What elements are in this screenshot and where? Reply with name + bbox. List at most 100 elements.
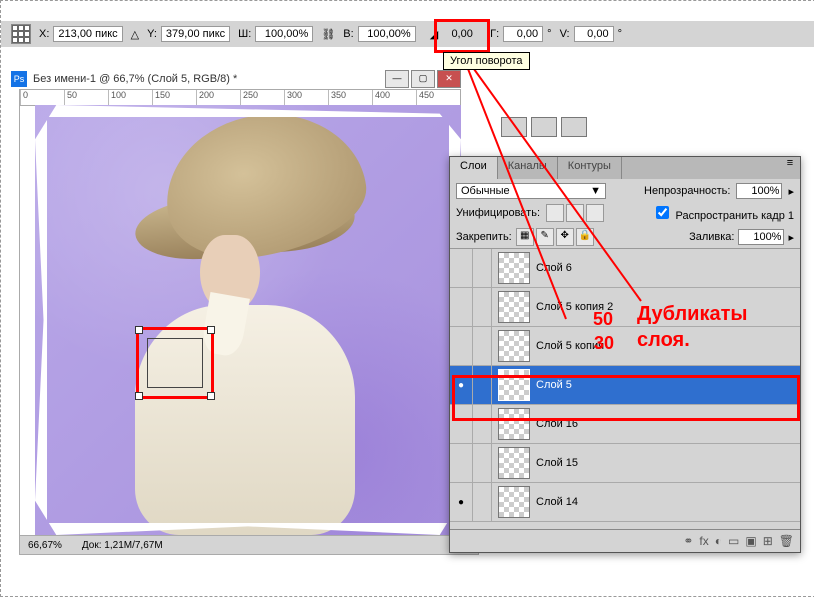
- visibility-toggle[interactable]: [450, 483, 473, 521]
- lock-paint-icon[interactable]: ✎: [536, 228, 554, 246]
- layer-row[interactable]: Слой 6: [450, 249, 800, 288]
- hskew-label: Г:: [490, 28, 499, 40]
- lock-all-icon[interactable]: 🔒: [576, 228, 594, 246]
- options-bar: X: 213,00 пикс △ Y: 379,00 пикс Ш: 100,0…: [1, 21, 814, 47]
- rotate-tooltip: Угол поворота: [443, 52, 530, 70]
- w-label: Ш:: [238, 28, 251, 40]
- fx-icon[interactable]: fx: [699, 534, 708, 548]
- layer-thumbnail[interactable]: [498, 291, 530, 323]
- y-value[interactable]: 379,00 пикс: [161, 26, 230, 42]
- lock-position-icon[interactable]: ✥: [556, 228, 574, 246]
- delta-icon: △: [131, 28, 139, 41]
- layer-thumbnail[interactable]: [498, 330, 530, 362]
- link-icon[interactable]: ⛓: [321, 28, 335, 41]
- transform-selection[interactable]: [136, 327, 214, 399]
- layers-footer: ⚭ fx ◐ ▭ ▣ ⊞ 🗑: [450, 529, 800, 552]
- link-layers-icon[interactable]: ⚭: [683, 534, 693, 548]
- link-cell[interactable]: [473, 444, 492, 482]
- blend-mode-select[interactable]: Обычные ▼: [456, 183, 606, 199]
- x-value[interactable]: 213,00 пикс: [53, 26, 122, 42]
- layer-row[interactable]: Слой 15: [450, 444, 800, 483]
- tab-channels[interactable]: Каналы: [498, 157, 558, 179]
- adjustment-icon[interactable]: ▭: [728, 534, 739, 548]
- visibility-toggle[interactable]: [450, 366, 473, 404]
- doc-size: Док: 1,21M/7,67M: [82, 540, 163, 551]
- deg1: °: [547, 28, 551, 40]
- visibility-toggle[interactable]: [450, 405, 473, 443]
- fill-value[interactable]: 100%: [738, 229, 784, 245]
- link-cell[interactable]: [473, 249, 492, 287]
- maximize-button[interactable]: ▢: [411, 70, 435, 88]
- tab-paths[interactable]: Контуры: [558, 157, 622, 179]
- visibility-toggle[interactable]: [450, 327, 473, 365]
- vskew-label: V:: [560, 28, 570, 40]
- visibility-toggle[interactable]: [450, 288, 473, 326]
- visibility-toggle[interactable]: [450, 444, 473, 482]
- layers-panel: Слои Каналы Контуры ≡ Обычные ▼ Непрозра…: [449, 156, 801, 553]
- h-value[interactable]: 100,00%: [358, 26, 416, 42]
- layer-thumbnail[interactable]: [498, 252, 530, 284]
- layer-row[interactable]: Слой 16: [450, 405, 800, 444]
- group-icon[interactable]: ▣: [745, 534, 756, 548]
- reference-point-icon[interactable]: [11, 24, 31, 44]
- layer-name[interactable]: Слой 5: [536, 379, 800, 391]
- link-cell[interactable]: [473, 405, 492, 443]
- layer-thumbnail[interactable]: [498, 369, 530, 401]
- annot-30: 30: [594, 333, 614, 354]
- layer-row[interactable]: Слой 14: [450, 483, 800, 522]
- unify-icon[interactable]: [546, 204, 564, 222]
- tab-layers[interactable]: Слои: [450, 157, 498, 179]
- fill-arrow-icon[interactable]: ▸: [788, 231, 794, 244]
- w-value[interactable]: 100,00%: [255, 26, 313, 42]
- fill-label: Заливка:: [689, 231, 734, 243]
- propagate-label: Распространить кадр 1: [676, 210, 794, 222]
- unify-icon[interactable]: [566, 204, 584, 222]
- canvas[interactable]: [35, 105, 461, 535]
- document-title: Без имени-1 @ 66,7% (Слой 5, RGB/8) *: [33, 73, 237, 85]
- layer-row[interactable]: Слой 5 копия 2: [450, 288, 800, 327]
- layer-thumbnail[interactable]: [498, 408, 530, 440]
- delete-icon[interactable]: 🗑: [779, 534, 794, 548]
- dock-icon[interactable]: [561, 117, 587, 137]
- deg2: °: [618, 28, 622, 40]
- vskew-value[interactable]: 0,00: [574, 26, 614, 42]
- opacity-arrow-icon[interactable]: ▸: [788, 185, 794, 198]
- unify-icon[interactable]: [586, 204, 604, 222]
- opacity-label: Непрозрачность:: [644, 185, 730, 197]
- lock-pixels-icon[interactable]: ▦: [516, 228, 534, 246]
- mask-icon[interactable]: ◐: [715, 534, 722, 548]
- torn-edge: [35, 105, 461, 535]
- dock-icon[interactable]: [501, 117, 527, 137]
- annot-duplicates: Дубликаты: [637, 303, 747, 326]
- h-label: В:: [343, 28, 353, 40]
- opacity-value[interactable]: 100%: [736, 183, 782, 199]
- link-cell[interactable]: [473, 288, 492, 326]
- layer-name[interactable]: Слой 14: [536, 496, 800, 508]
- visibility-toggle[interactable]: [450, 249, 473, 287]
- panel-menu-icon[interactable]: ≡: [780, 157, 800, 179]
- dock-icon[interactable]: [531, 117, 557, 137]
- close-button[interactable]: ✕: [437, 70, 461, 88]
- minimize-button[interactable]: —: [385, 70, 409, 88]
- new-layer-icon[interactable]: ⊞: [763, 534, 773, 548]
- layer-thumbnail[interactable]: [498, 486, 530, 518]
- layer-name[interactable]: Слой 6: [536, 262, 800, 274]
- zoom-level[interactable]: 66,67%: [28, 540, 62, 551]
- status-bar: 66,67% Док: 1,21M/7,67M: [19, 535, 479, 555]
- link-cell[interactable]: [473, 327, 492, 365]
- rotate-highlight: [434, 19, 490, 53]
- layer-name[interactable]: Слой 15: [536, 457, 800, 469]
- dock-icons: [501, 117, 587, 137]
- hskew-value[interactable]: 0,00: [503, 26, 543, 42]
- panel-tabs: Слои Каналы Контуры ≡: [450, 157, 800, 179]
- link-cell[interactable]: [473, 366, 492, 404]
- document-titlebar: Ps Без имени-1 @ 66,7% (Слой 5, RGB/8) *…: [11, 69, 461, 89]
- layer-name[interactable]: Слой 16: [536, 418, 800, 430]
- link-cell[interactable]: [473, 483, 492, 521]
- propagate-checkbox[interactable]: [656, 206, 669, 219]
- layers-list: Слой 6 Слой 5 копия 2Слой 5 копия Слой 5 Сл…: [450, 248, 800, 529]
- layer-row[interactable]: Слой 5: [450, 366, 800, 405]
- layer-row[interactable]: Слой 5 копия: [450, 327, 800, 366]
- unify-label: Унифицировать:: [456, 207, 540, 219]
- layer-thumbnail[interactable]: [498, 447, 530, 479]
